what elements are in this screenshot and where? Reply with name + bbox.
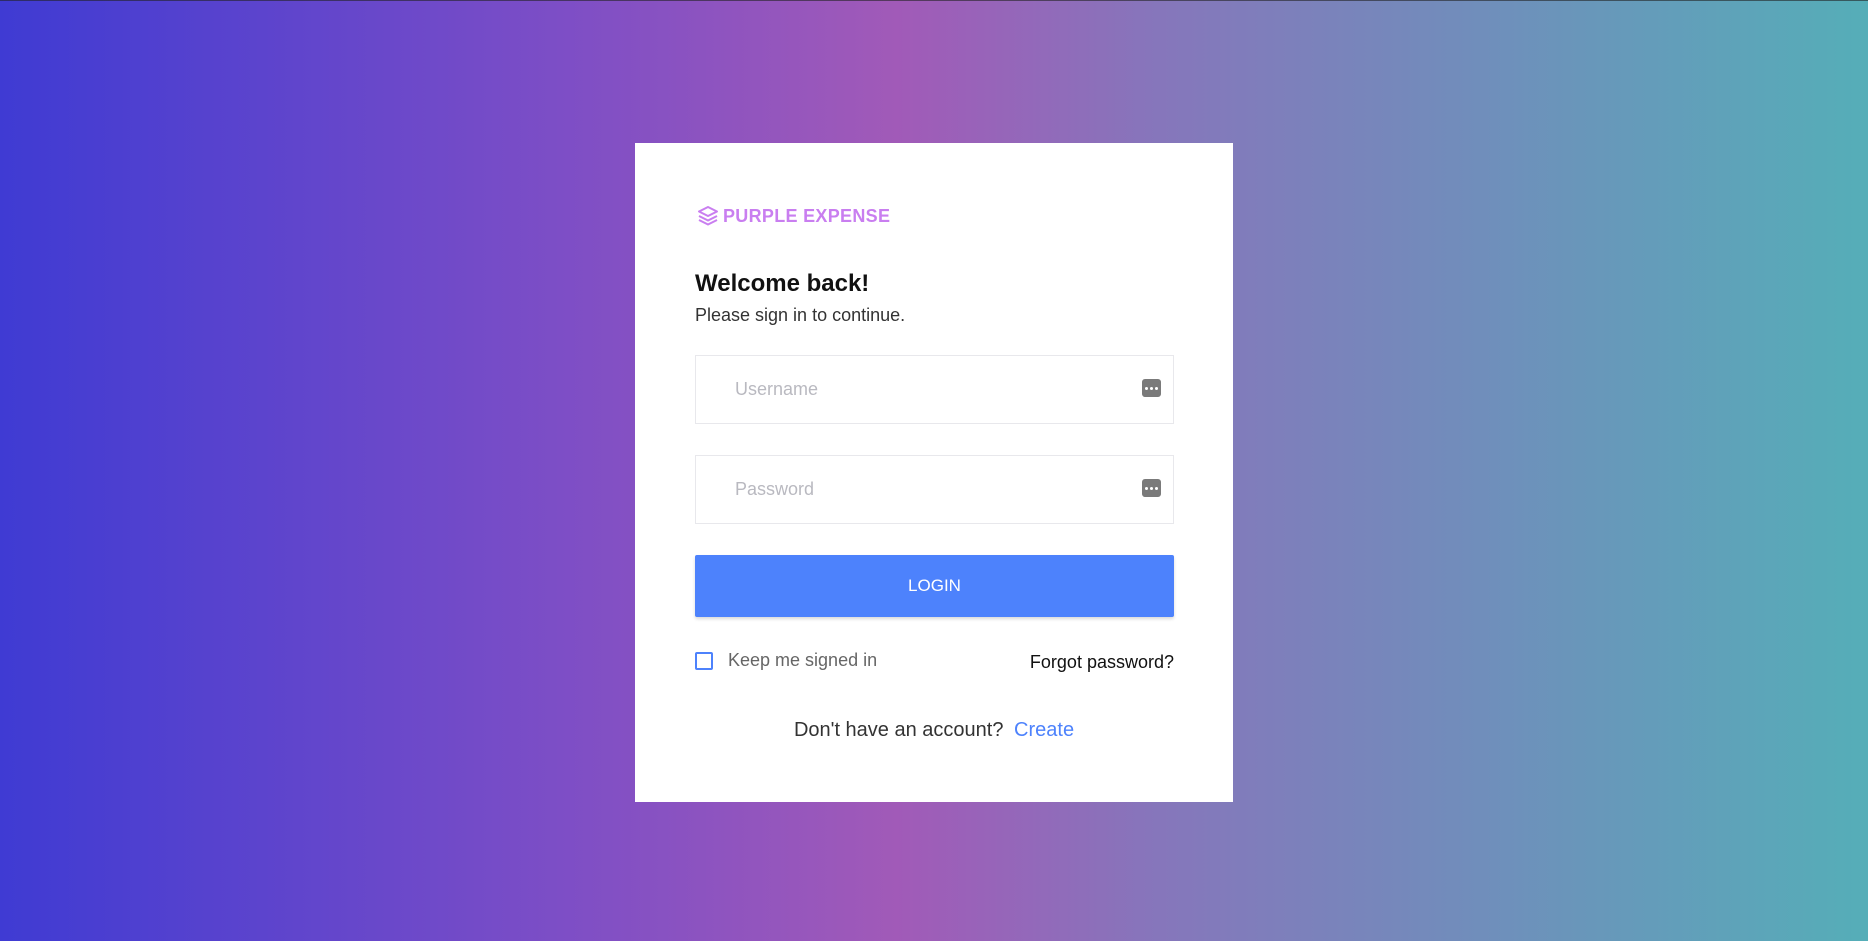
top-border (0, 0, 1868, 1)
forgot-password-link[interactable]: Forgot password? (1030, 652, 1174, 673)
keep-signed-in-label[interactable]: Keep me signed in (728, 650, 877, 671)
signup-prompt: Don't have an account? Create (635, 719, 1233, 742)
signup-prompt-text: Don't have an account? (793, 719, 1004, 741)
login-card: PURPLE EXPENSE Welcome back! Please sign… (635, 143, 1233, 802)
login-button[interactable]: LOGIN (695, 555, 1174, 617)
password-manager-key-icon[interactable] (1142, 479, 1161, 497)
username-field[interactable] (695, 355, 1174, 424)
username-input[interactable] (696, 356, 1115, 423)
page-title: Welcome back! (695, 270, 870, 297)
create-account-link[interactable]: Create (1014, 719, 1074, 741)
password-input[interactable] (696, 456, 1115, 523)
brand-name: PURPLE EXPENSE (723, 205, 891, 226)
keep-signed-in-checkbox[interactable] (695, 651, 713, 670)
password-manager-key-icon[interactable] (1142, 379, 1161, 397)
password-field[interactable] (695, 455, 1174, 524)
layers-icon (698, 206, 718, 226)
keep-signed-in[interactable]: Keep me signed in (695, 650, 877, 671)
brand-logo: PURPLE EXPENSE (697, 205, 890, 227)
page-subtitle: Please sign in to continue. (695, 305, 906, 325)
